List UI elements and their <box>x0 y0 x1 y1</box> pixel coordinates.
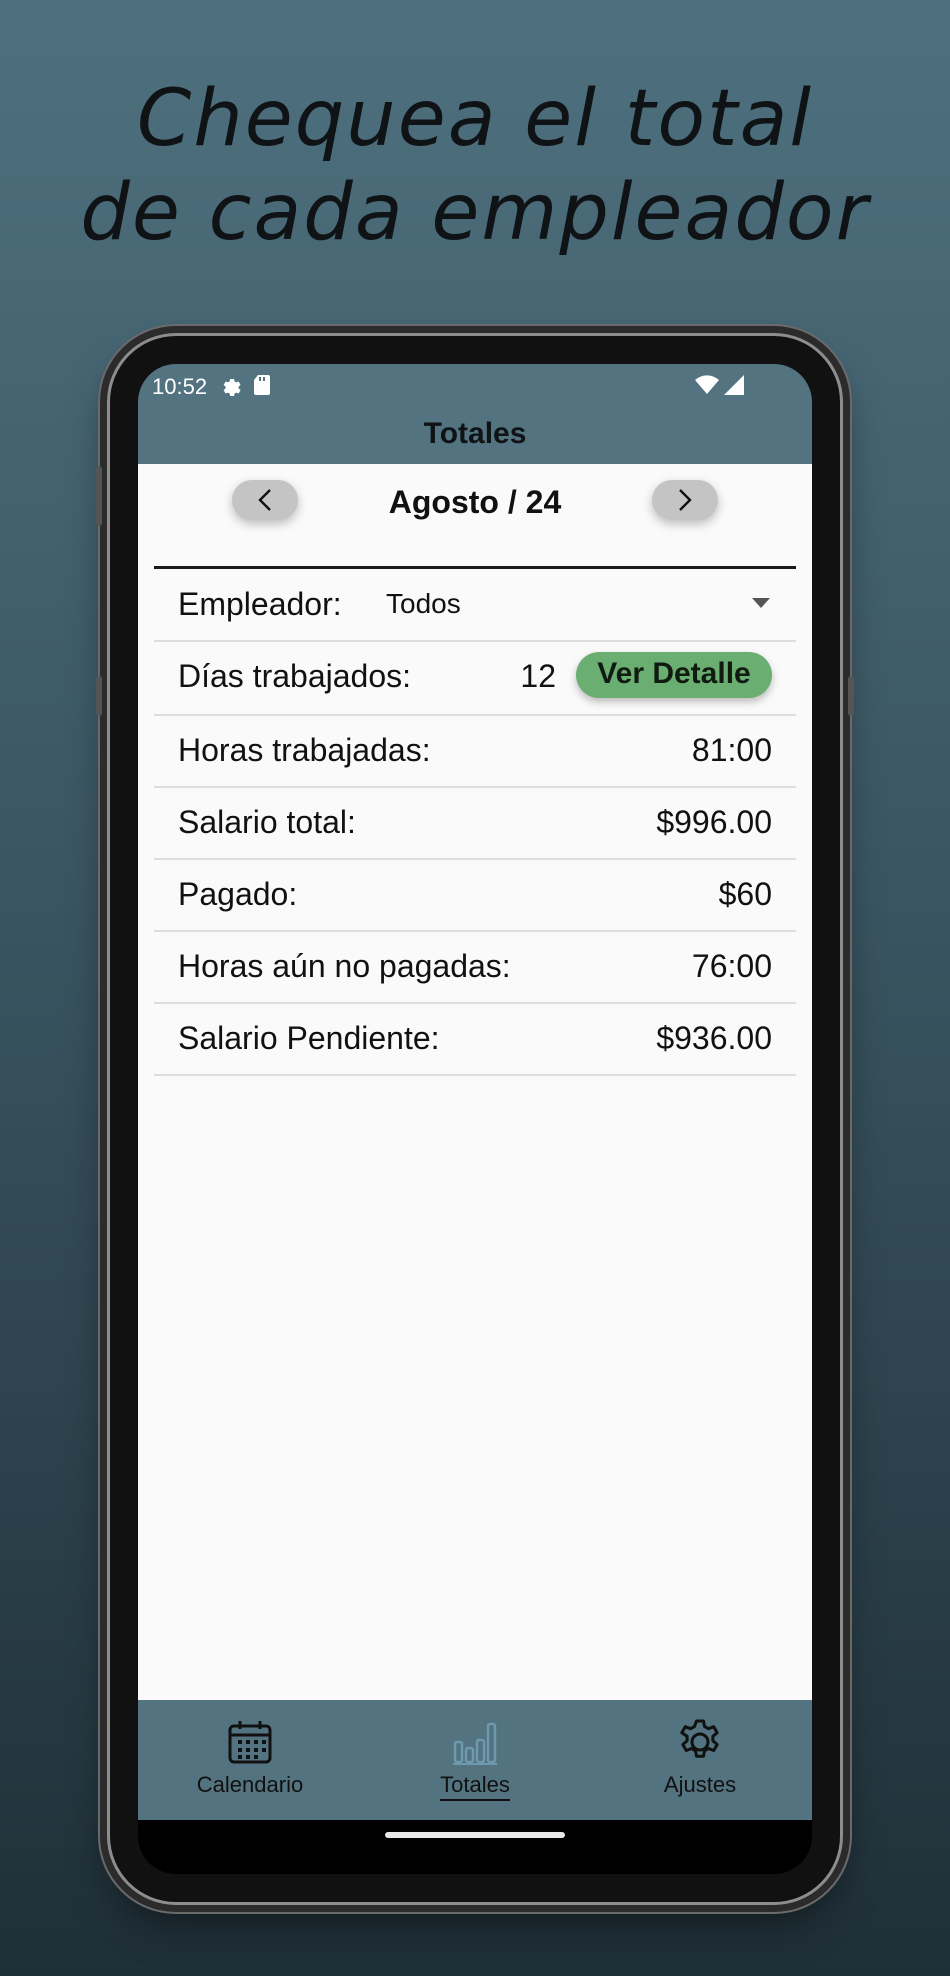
bottom-navigation: Calendario Totales Ajustes <box>138 1700 812 1820</box>
days-worked-row: Días trabajados: 12 Ver Detalle <box>154 642 796 716</box>
paid-value: $60 <box>718 876 772 912</box>
calendar-icon <box>228 1721 272 1764</box>
hours-worked-label: Horas trabajadas: <box>178 732 431 768</box>
tab-calendario[interactable]: Calendario <box>138 1700 362 1820</box>
phone-frame: 10:52 Totales Agosto / 24 Empleador: Tod… <box>96 336 854 1902</box>
dropdown-arrow-icon <box>752 598 770 608</box>
pending-salary-label: Salario Pendiente: <box>178 1020 440 1056</box>
pending-salary-row: Salario Pendiente: $936.00 <box>154 1004 796 1076</box>
tab-totales[interactable]: Totales <box>363 1700 587 1820</box>
gear-icon <box>218 373 242 403</box>
phone-side-button <box>848 676 854 716</box>
tab-calendario-label: Calendario <box>196 1772 304 1797</box>
tab-ajustes[interactable]: Ajustes <box>588 1700 812 1820</box>
unpaid-hours-label: Horas aún no pagadas: <box>178 948 511 984</box>
paid-label: Pagado: <box>178 876 298 912</box>
wifi-icon <box>694 373 720 403</box>
tab-totales-label-wrap: Totales <box>363 1772 587 1801</box>
tab-ajustes-label: Ajustes <box>663 1772 737 1797</box>
headline: Chequea el total de cada empleador <box>0 72 950 260</box>
gear-icon <box>680 1719 719 1758</box>
status-bar: 10:52 <box>138 364 812 408</box>
bar-chart-icon <box>453 1722 497 1765</box>
tab-totales-label: Totales <box>440 1772 510 1801</box>
status-time: 10:52 <box>152 374 208 399</box>
hours-worked-value: 81:00 <box>691 732 772 768</box>
gesture-area <box>138 1820 812 1874</box>
days-worked-value: 12 <box>520 658 556 694</box>
divider <box>154 566 796 569</box>
total-salary-label: Salario total: <box>178 804 356 840</box>
headline-line-2: de cada empleador <box>80 168 870 258</box>
phone-side-button <box>96 676 102 716</box>
signal-icon <box>722 373 746 403</box>
totals-content: Agosto / 24 Empleador: Todos Días trabaj… <box>138 464 812 1700</box>
pending-salary-value: $936.00 <box>656 1020 772 1056</box>
hours-worked-row: Horas trabajadas: 81:00 <box>154 716 796 788</box>
chevron-right-icon <box>679 489 692 511</box>
employer-dropdown-value: Todos <box>386 588 461 619</box>
phone-screen: 10:52 Totales Agosto / 24 Empleador: Tod… <box>138 364 812 1874</box>
total-salary-value: $996.00 <box>656 804 772 840</box>
days-worked-label: Días trabajados: <box>178 658 412 694</box>
phone-side-button <box>96 466 102 526</box>
home-indicator[interactable] <box>385 1832 565 1838</box>
unpaid-hours-value: 76:00 <box>691 948 772 984</box>
unpaid-hours-row: Horas aún no pagadas: 76:00 <box>154 932 796 1004</box>
employer-label: Empleador: <box>178 586 342 622</box>
sd-card-icon <box>252 373 272 403</box>
headline-line-1: Chequea el total <box>136 74 814 164</box>
employer-row: Empleador: Todos <box>154 570 796 642</box>
total-salary-row: Salario total: $996.00 <box>154 788 796 860</box>
next-month-button[interactable] <box>652 480 718 520</box>
app-bar-title: Totales <box>138 408 812 464</box>
view-detail-button[interactable]: Ver Detalle <box>576 652 772 698</box>
paid-row: Pagado: $60 <box>154 860 796 932</box>
